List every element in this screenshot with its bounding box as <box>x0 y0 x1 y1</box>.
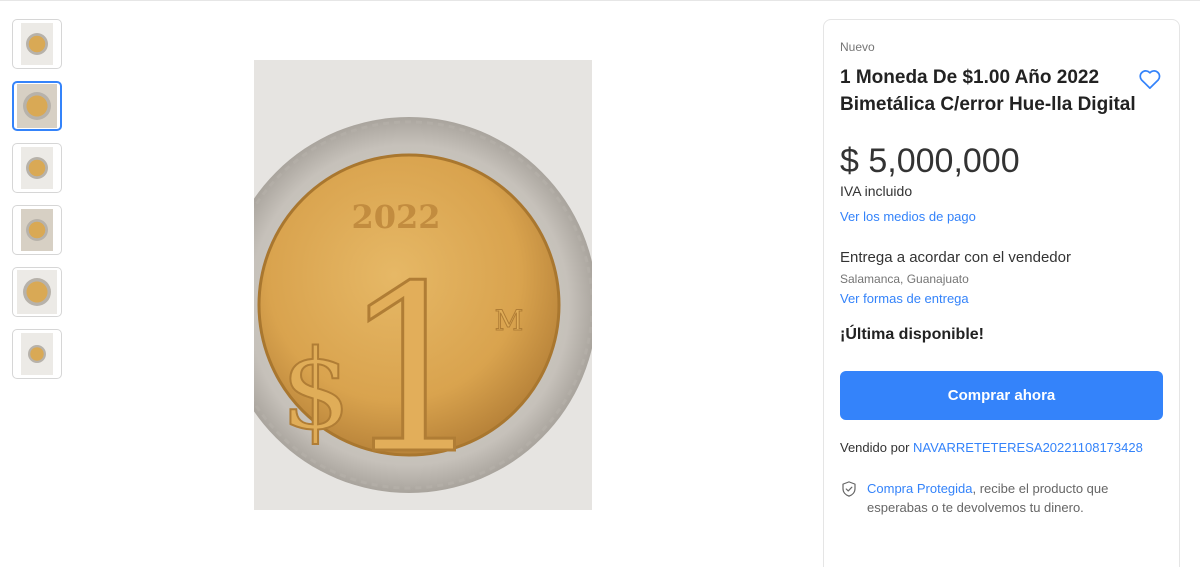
coin-icon <box>23 92 51 120</box>
sold-by-label: Vendido por <box>840 440 910 455</box>
seller-link[interactable]: NAVARRETETERESA20221108173428 <box>913 440 1143 455</box>
delivery-info: Entrega a acordar con el vendedor <box>840 249 1071 266</box>
product-title: 1 Moneda De $1.00 Año 2022 Bimetálica C/… <box>840 67 1136 115</box>
price: $ 5,000,000 <box>840 142 1020 180</box>
protected-purchase-link[interactable]: Compra Protegida <box>867 481 973 496</box>
thumbnail-6[interactable] <box>12 329 62 379</box>
sold-by: Vendido por NAVARRETETERESA2022110817342… <box>840 440 1163 455</box>
coin-value: 1 <box>341 238 487 505</box>
thumbnail-5[interactable] <box>12 267 62 317</box>
thumbnail-2[interactable] <box>12 81 62 131</box>
thumbnail-1[interactable] <box>12 19 62 69</box>
payment-methods-link[interactable]: Ver los medios de pago <box>840 209 1163 224</box>
shield-check-icon <box>842 481 856 497</box>
coin-icon <box>28 345 46 363</box>
thumbnail-photo <box>21 23 53 65</box>
coin-year: 2022 <box>351 198 440 236</box>
coin-icon <box>26 219 48 241</box>
coin-dollar-sign: $ <box>281 326 351 454</box>
buy-now-button[interactable]: Comprar ahora <box>840 371 1163 420</box>
main-product-image[interactable]: 2022 1 $ M <box>254 60 592 510</box>
coin-photo: 2022 1 $ M <box>254 60 592 510</box>
thumbnail-photo <box>21 147 53 189</box>
stock-status: ¡Última disponible! <box>840 326 984 343</box>
coin-icon <box>26 157 48 179</box>
purchase-protection: Compra Protegida, recibe el producto que… <box>840 479 1163 517</box>
coin-icon <box>23 278 51 306</box>
purchase-card: Nuevo 1 Moneda De $1.00 Año 2022 Bimetál… <box>823 19 1180 567</box>
tax-note: IVA incluido <box>840 183 913 199</box>
thumbnail-photo <box>17 270 57 314</box>
thumbnail-photo <box>21 209 53 251</box>
thumbnail-4[interactable] <box>12 205 62 255</box>
thumbnail-photo <box>21 333 53 375</box>
heart-icon[interactable] <box>1137 66 1163 92</box>
item-condition: Nuevo <box>840 40 875 54</box>
delivery-options-link[interactable]: Ver formas de entrega <box>840 291 1163 306</box>
seller-location: Salamanca, Guanajuato <box>840 272 969 286</box>
thumbnail-photo <box>17 84 57 128</box>
thumbnail-3[interactable] <box>12 143 62 193</box>
coin-icon <box>26 33 48 55</box>
thumbnail-list <box>12 19 62 379</box>
title-row: 1 Moneda De $1.00 Año 2022 Bimetálica C/… <box>840 64 1163 118</box>
product-page: 2022 1 $ M Nuevo 1 Moneda De $1.00 Año 2… <box>0 0 1200 567</box>
protection-text: Compra Protegida, recibe el producto que… <box>867 479 1163 517</box>
coin-mint-mark: M <box>495 304 524 337</box>
